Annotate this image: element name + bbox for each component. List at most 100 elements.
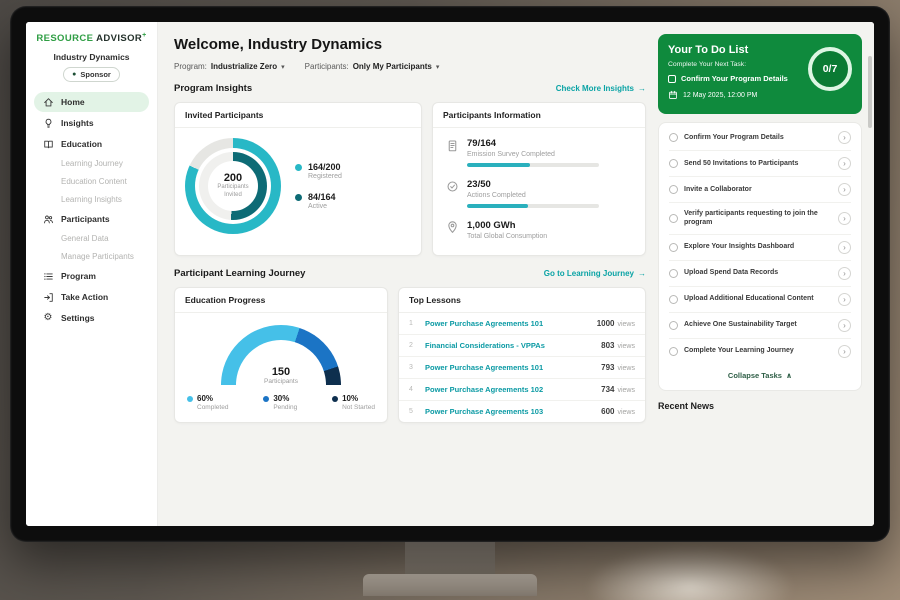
- stat-value: 23/50: [467, 179, 599, 190]
- logo-plus: +: [142, 32, 147, 39]
- chevron-right-icon[interactable]: ›: [838, 241, 851, 254]
- todo-task-row[interactable]: Achieve One Sustainability Target ›: [669, 313, 851, 339]
- checkbox-icon[interactable]: [669, 133, 678, 142]
- filter-bar: Program: Industrialize Zero ▾ Participan…: [174, 62, 646, 71]
- chevron-right-icon[interactable]: ›: [838, 212, 851, 225]
- todo-task-row[interactable]: Upload Additional Educational Content ›: [669, 287, 851, 313]
- todo-task-row[interactable]: Send 50 Invitations to Participants ›: [669, 151, 851, 177]
- sidebar-item-manage-participants[interactable]: Manage Participants: [34, 248, 149, 265]
- legend-dot: [332, 396, 338, 402]
- task-label: Send 50 Invitations to Participants: [684, 159, 832, 168]
- lesson-views: 600: [601, 407, 614, 416]
- lesson-row[interactable]: 1 Power Purchase Agreements 101 1000view…: [399, 313, 645, 335]
- participants-information-card: Participants Information 79/164 Emission…: [432, 102, 646, 256]
- checkbox-icon[interactable]: [669, 269, 678, 278]
- sponsor-label: Sponsor: [80, 70, 110, 79]
- participants-filter-dropdown[interactable]: Participants: Only My Participants ▾: [305, 62, 440, 71]
- chevron-right-icon[interactable]: ›: [838, 293, 851, 306]
- checkbox-icon[interactable]: [669, 347, 678, 356]
- lesson-row[interactable]: 2 Financial Considerations - VPPAs 803vi…: [399, 335, 645, 357]
- sidebar-item-take-action[interactable]: Take Action: [34, 287, 149, 307]
- chevron-right-icon[interactable]: ›: [838, 319, 851, 332]
- lesson-title-link[interactable]: Power Purchase Agreements 103: [425, 407, 593, 416]
- sidebar-item-general-data[interactable]: General Data: [34, 230, 149, 247]
- todo-task-row[interactable]: Upload Spend Data Records ›: [669, 261, 851, 287]
- checkbox-icon[interactable]: [669, 214, 678, 223]
- sidebar-item-label: Manage Participants: [61, 252, 134, 261]
- task-label: Complete Your Learning Journey: [684, 346, 832, 355]
- card-title: Top Lessons: [399, 288, 645, 313]
- sidebar-item-education[interactable]: Education: [34, 134, 149, 154]
- legend-label: Not Started: [342, 404, 375, 411]
- arrow-right-icon: →: [638, 269, 646, 278]
- scrollbar[interactable]: [868, 56, 872, 128]
- chevron-right-icon[interactable]: ›: [838, 267, 851, 280]
- donut-legend: 164/200 Registered 84/164 Active: [295, 162, 342, 210]
- book-icon: [42, 138, 54, 150]
- legend-dot: [263, 396, 269, 402]
- todo-task-row[interactable]: Complete Your Learning Journey ›: [669, 339, 851, 364]
- home-icon: [42, 96, 54, 108]
- sidebar-item-home[interactable]: Home: [34, 92, 149, 112]
- views-suffix: views: [617, 321, 635, 328]
- todo-task-row[interactable]: Explore Your Insights Dashboard ›: [669, 235, 851, 261]
- chevron-right-icon[interactable]: ›: [838, 345, 851, 358]
- lesson-rank: 2: [409, 342, 417, 349]
- actions-icon: [445, 179, 459, 208]
- sidebar-item-insights[interactable]: Insights: [34, 113, 149, 133]
- lesson-rank: 3: [409, 364, 417, 371]
- todo-task-row[interactable]: Confirm Your Program Details ›: [669, 125, 851, 151]
- checkbox-icon[interactable]: [669, 295, 678, 304]
- chevron-right-icon[interactable]: ›: [838, 183, 851, 196]
- next-task-label: Confirm Your Program Details: [681, 74, 788, 84]
- filter-value: Industrialize Zero: [211, 62, 277, 71]
- sidebar-item-label: Insights: [61, 118, 94, 128]
- lesson-title-link[interactable]: Power Purchase Agreements 101: [425, 363, 593, 372]
- lesson-row[interactable]: 5 Power Purchase Agreements 103 600views: [399, 401, 645, 422]
- lesson-title-link[interactable]: Financial Considerations - VPPAs: [425, 341, 593, 350]
- sidebar-item-participants[interactable]: Participants: [34, 209, 149, 229]
- todo-task-row[interactable]: Invite a Collaborator ›: [669, 177, 851, 203]
- program-filter-dropdown[interactable]: Program: Industrialize Zero ▾: [174, 62, 285, 71]
- checkbox-icon[interactable]: [669, 243, 678, 252]
- education-progress-gauge-chart: 150 Participants: [221, 325, 341, 385]
- todo-task-row[interactable]: Verify participants requesting to join t…: [669, 203, 851, 235]
- check-more-insights-link[interactable]: Check More Insights →: [556, 84, 646, 93]
- sidebar-item-label: Home: [61, 97, 85, 107]
- people-icon: [42, 213, 54, 225]
- lesson-row[interactable]: 4 Power Purchase Agreements 102 734views: [399, 379, 645, 401]
- go-to-learning-journey-link[interactable]: Go to Learning Journey →: [544, 269, 646, 278]
- filter-label: Participants:: [305, 62, 349, 71]
- sidebar-item-program[interactable]: Program: [34, 266, 149, 286]
- lesson-title-link[interactable]: Power Purchase Agreements 101: [425, 319, 589, 328]
- org-name: Industry Dynamics: [34, 52, 149, 62]
- sidebar-item-settings[interactable]: ⚙ Settings: [34, 308, 149, 328]
- sidebar-item-education-content[interactable]: Education Content: [34, 173, 149, 190]
- checkbox-icon[interactable]: [669, 159, 678, 168]
- sidebar-item-label: Participants: [61, 214, 110, 224]
- lesson-row[interactable]: 3 Power Purchase Agreements 101 793views: [399, 357, 645, 379]
- task-label: Invite a Collaborator: [684, 185, 832, 194]
- logo-text-secondary: ADVISOR: [96, 33, 142, 44]
- legend-item-registered: 164/200 Registered: [295, 162, 342, 180]
- legend-dot: [295, 164, 302, 171]
- checkbox-icon[interactable]: [669, 185, 678, 194]
- checkbox-icon[interactable]: [669, 321, 678, 330]
- sidebar-item-learning-insights[interactable]: Learning Insights: [34, 191, 149, 208]
- gear-icon: ⚙: [42, 312, 54, 324]
- collapse-tasks-button[interactable]: Collapse Tasks ∧: [669, 364, 851, 388]
- lightbulb-icon: [42, 117, 54, 129]
- lesson-title-link[interactable]: Power Purchase Agreements 102: [425, 385, 593, 394]
- education-progress-card: Education Progress 150 Participants: [174, 287, 388, 423]
- card-title: Participants Information: [433, 103, 645, 128]
- sidebar-item-learning-journey[interactable]: Learning Journey: [34, 155, 149, 172]
- checkbox-icon[interactable]: [668, 75, 676, 83]
- chevron-right-icon[interactable]: ›: [838, 157, 851, 170]
- legend-value: 10%: [342, 394, 375, 403]
- filter-value: Only My Participants: [353, 62, 432, 71]
- chevron-right-icon[interactable]: ›: [838, 131, 851, 144]
- task-label: Achieve One Sustainability Target: [684, 320, 832, 329]
- todo-panel: Your To Do List Complete Your Next Task:…: [658, 22, 874, 526]
- gauge-center-label: Participants: [221, 378, 341, 385]
- legend-value: 30%: [273, 394, 297, 403]
